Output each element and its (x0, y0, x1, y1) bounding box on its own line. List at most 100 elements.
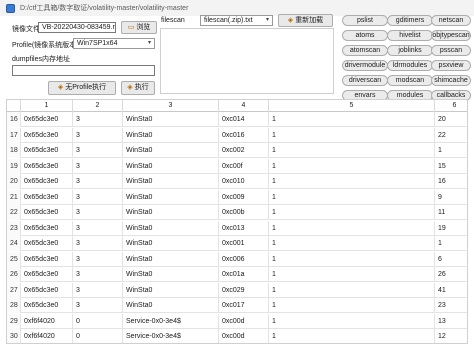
table-cell[interactable]: 3 (73, 251, 123, 267)
table-cell[interactable]: 0xf6f4020 (21, 313, 73, 329)
filescan-results-list[interactable] (160, 28, 334, 94)
plugin-button-gditimers[interactable]: gditimers (387, 15, 433, 26)
table-cell[interactable]: 3 (73, 158, 123, 174)
plugin-button-psxview[interactable]: psxview (431, 60, 471, 71)
table-row[interactable]: 19 0x65dc3e0 3 WinSta0 0xc00f 1 15 (7, 158, 467, 174)
table-cell[interactable]: WinSta0 (123, 267, 219, 282)
table-cell[interactable]: 1 (435, 143, 467, 158)
table-cell[interactable]: 0xc014 (219, 112, 269, 127)
table-cell[interactable]: 1 (269, 251, 435, 267)
table-cell[interactable]: 3 (73, 282, 123, 298)
table-cell[interactable]: 1 (269, 282, 435, 298)
table-row[interactable]: 25 0x65dc3e0 3 WinSta0 0xc006 1 6 (7, 251, 467, 267)
table-cell[interactable]: 1 (269, 189, 435, 205)
table-cell[interactable]: 0x65dc3e0 (21, 189, 73, 205)
table-row[interactable]: 16 0x65dc3e0 3 WinSta0 0xc014 1 20 (7, 112, 467, 127)
table-cell[interactable]: 0x65dc3e0 (21, 112, 73, 127)
plugin-button-atoms[interactable]: atoms (342, 30, 388, 41)
table-cell[interactable]: 22 (435, 128, 467, 143)
table-cell[interactable]: 3 (73, 127, 123, 143)
reload-button[interactable]: ◈ 重新加载 (278, 14, 333, 27)
plugin-button-ldrmodules[interactable]: ldrmodules (387, 60, 433, 71)
table-cell[interactable]: WinSta0 (123, 143, 219, 158)
table-cell[interactable]: 13 (435, 314, 467, 329)
table-row[interactable]: 17 0x65dc3e0 3 WinSta0 0xc016 1 22 (7, 127, 467, 143)
table-cell[interactable]: 0xc001 (219, 236, 269, 251)
table-cell[interactable]: 0xc016 (219, 127, 269, 143)
table-cell[interactable]: WinSta0 (123, 112, 219, 127)
table-cell[interactable]: 0xc00b (219, 205, 269, 220)
table-row[interactable]: 26 0x65dc3e0 3 WinSta0 0xc01a 1 26 (7, 267, 467, 282)
table-cell[interactable]: 15 (435, 159, 467, 174)
plugin-button-psscan[interactable]: psscan (431, 45, 471, 56)
table-cell[interactable]: 1 (269, 174, 435, 189)
table-cell[interactable]: 0x65dc3e0 (21, 267, 73, 282)
table-cell[interactable]: 0x65dc3e0 (21, 236, 73, 251)
plugin-button-modscan[interactable]: modscan (387, 75, 433, 86)
table-cell[interactable]: 0x65dc3e0 (21, 220, 73, 236)
dumpfiles-input[interactable] (12, 65, 155, 76)
run-button[interactable]: ◈ 执行 (121, 81, 155, 95)
table-cell[interactable]: 1 (435, 236, 467, 251)
table-cell[interactable]: 3 (73, 174, 123, 189)
table-cell[interactable]: WinSta0 (123, 282, 219, 298)
table-cell[interactable]: 1 (269, 143, 435, 158)
table-cell[interactable]: 19 (435, 221, 467, 236)
table-cell[interactable]: 26 (435, 267, 467, 282)
table-row[interactable]: 28 0x65dc3e0 3 WinSta0 0xc017 1 23 (7, 298, 467, 313)
table-cell[interactable]: WinSta0 (123, 205, 219, 220)
table-cell[interactable]: 11 (435, 205, 467, 220)
table-cell[interactable]: 0x65dc3e0 (21, 205, 73, 220)
table-cell[interactable]: 0x65dc3e0 (21, 298, 73, 313)
table-cell[interactable]: WinSta0 (123, 298, 219, 313)
plugin-button-hivelist[interactable]: hivelist (387, 30, 433, 41)
plugin-button-driverscan[interactable]: driverscan (342, 75, 388, 86)
table-cell[interactable]: 1 (269, 313, 435, 329)
table-cell[interactable]: 6 (435, 252, 467, 267)
table-cell[interactable]: 1 (269, 205, 435, 220)
table-cell[interactable]: 0xc01a (219, 267, 269, 282)
table-cell[interactable]: 0x65dc3e0 (21, 282, 73, 298)
table-cell[interactable]: 1 (269, 236, 435, 251)
profile-select[interactable]: Win7SP1x64 ▾ (73, 38, 155, 49)
run-without-profile-button[interactable]: ◈ 无Profile执行 (48, 81, 116, 95)
table-cell[interactable]: 1 (269, 220, 435, 236)
table-cell[interactable]: 3 (73, 220, 123, 236)
table-cell[interactable]: 20 (435, 112, 467, 127)
browse-button[interactable]: ▭ 浏览 (121, 21, 157, 34)
plugin-button-netscan[interactable]: netscan (431, 15, 471, 26)
results-table[interactable]: 123456 16 0x65dc3e0 3 WinSta0 0xc014 1 20 17 0x6… (6, 99, 468, 344)
table-cell[interactable]: WinSta0 (123, 251, 219, 267)
table-cell[interactable]: 23 (435, 298, 467, 313)
table-cell[interactable]: WinSta0 (123, 127, 219, 143)
table-cell[interactable]: Service-0x0-3e4$ (123, 313, 219, 329)
table-cell[interactable]: 0x65dc3e0 (21, 174, 73, 189)
table-cell[interactable]: 0xc017 (219, 298, 269, 313)
table-cell[interactable]: 3 (73, 267, 123, 282)
table-cell[interactable]: 3 (73, 112, 123, 127)
table-cell[interactable]: 0xc002 (219, 143, 269, 158)
table-cell[interactable]: 0 (73, 329, 123, 343)
table-row[interactable]: 20 0x65dc3e0 3 WinSta0 0xc010 1 16 (7, 174, 467, 189)
table-cell[interactable]: WinSta0 (123, 220, 219, 236)
table-row[interactable]: 27 0x65dc3e0 3 WinSta0 0xc029 1 41 (7, 282, 467, 298)
table-cell[interactable]: 1 (269, 329, 435, 343)
table-cell[interactable]: WinSta0 (123, 189, 219, 205)
column-header-5[interactable]: 5 (269, 100, 435, 112)
column-header-3[interactable]: 3 (123, 100, 219, 112)
table-cell[interactable]: 41 (435, 283, 467, 298)
plugin-button-drivermodule[interactable]: drivermodule (342, 60, 388, 71)
plugin-button-objtypescan[interactable]: objtypescan (431, 30, 471, 41)
table-cell[interactable]: 0xc00f (219, 158, 269, 174)
filescan-select[interactable]: filescan(.zip).txt ▾ (200, 15, 273, 26)
table-cell[interactable]: 3 (73, 236, 123, 251)
table-row[interactable]: 22 0x65dc3e0 3 WinSta0 0xc00b 1 11 (7, 205, 467, 220)
column-header-2[interactable]: 2 (73, 100, 123, 112)
table-row[interactable]: 30 0xf6f4020 0 Service-0x0-3e4$ 0xc00d 1 12 (7, 329, 467, 343)
table-cell[interactable]: WinSta0 (123, 236, 219, 251)
table-cell[interactable]: 0xc010 (219, 174, 269, 189)
plugin-button-joblinks[interactable]: joblinks (387, 45, 433, 56)
column-header-1[interactable]: 1 (21, 100, 73, 112)
table-cell[interactable]: 3 (73, 143, 123, 158)
table-cell[interactable]: 0x65dc3e0 (21, 143, 73, 158)
